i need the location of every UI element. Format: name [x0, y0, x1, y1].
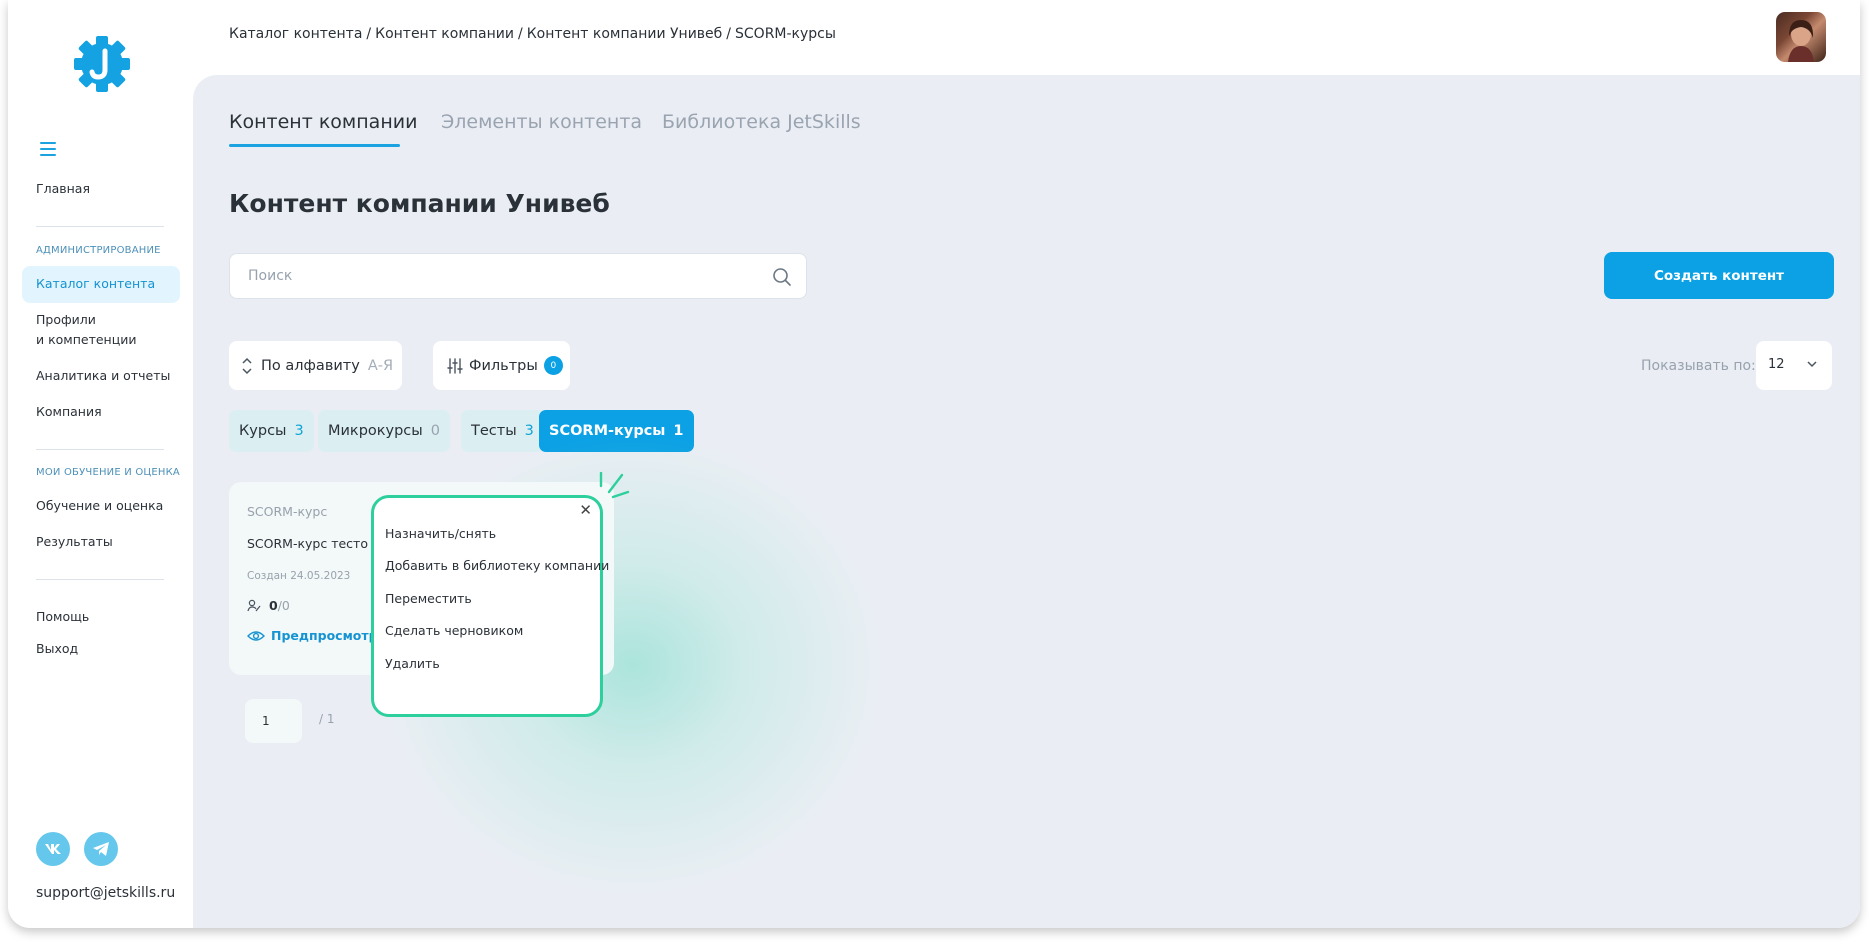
chip-label: Курсы — [239, 423, 287, 439]
chip-microcourses[interactable]: Микрокурсы 0 — [318, 410, 450, 452]
filter-sliders-icon — [447, 357, 463, 374]
chip-count: 1 — [673, 423, 684, 439]
chip-label: Тесты — [471, 423, 517, 439]
breadcrumb-item[interactable]: Контент компании Унивеб — [527, 26, 723, 42]
filters-button[interactable]: Фильтры 0 — [433, 341, 570, 390]
sidebar-item-company[interactable]: Компания — [36, 402, 102, 422]
chevron-down-icon — [1807, 361, 1817, 368]
sidebar-item-catalog-label[interactable]: Каталог контента — [36, 274, 155, 294]
page-number-input[interactable]: 1 — [245, 699, 302, 743]
card-title: SCORM-курс тесто — [247, 536, 368, 551]
chip-label: SCORM-курсы — [549, 423, 666, 439]
page-size-select[interactable]: 12 — [1756, 341, 1832, 390]
sidebar-item-profiles-line1: Профили — [36, 312, 96, 327]
sidebar-item-profiles-line2: и компетенции — [36, 332, 137, 347]
create-content-button[interactable]: Создать контент — [1604, 252, 1834, 299]
tab-content-elements[interactable]: Элементы контента — [441, 111, 642, 133]
sidebar-item-analytics[interactable]: Аналитика и отчеты — [36, 366, 170, 386]
card-preview-label: Предпросмотр — [271, 628, 378, 643]
page-size-value: 12 — [1768, 357, 1785, 372]
breadcrumb: Каталог контента / Контент компании / Конт… — [229, 26, 836, 42]
sidebar-item-profiles[interactable]: Профили и компетенции — [36, 310, 137, 350]
chip-label: Микрокурсы — [328, 423, 423, 439]
card-preview-link[interactable]: Предпросмотр — [247, 628, 378, 643]
sidebar-divider — [36, 226, 164, 227]
breadcrumb-current: SCORM-курсы — [735, 26, 836, 42]
sort-order: А-Я — [367, 357, 394, 374]
breadcrumb-item[interactable]: Контент компании — [375, 26, 514, 42]
menu-item-assign[interactable]: Назначить/снять — [385, 526, 496, 541]
sidebar-item-learning[interactable]: Обучение и оценка — [36, 496, 163, 516]
chip-tests[interactable]: Тесты 3 — [461, 410, 544, 452]
sidebar-item-logout[interactable]: Выход — [36, 639, 78, 659]
card-stats: 0 /0 — [247, 598, 290, 613]
highlight-sparks-icon — [599, 472, 630, 499]
sort-button[interactable]: По алфавиту А-Я — [229, 341, 402, 390]
card-type: SCORM-курс — [247, 504, 328, 519]
assign-icon — [247, 599, 261, 611]
filters-label: Фильтры — [469, 357, 538, 374]
menu-item-add-to-library[interactable]: Добавить в библиотеку компании — [385, 558, 609, 573]
menu-item-make-draft[interactable]: Сделать черновиком — [385, 623, 523, 638]
search-input[interactable] — [248, 266, 728, 286]
tab-jetskills-library[interactable]: Библиотека JetSkills — [662, 111, 861, 133]
page-size-label: Показывать по: — [1641, 358, 1756, 374]
sidebar-section-learning: МОИ ОБУЧЕНИЕ И ОЦЕНКА — [36, 467, 180, 478]
page-total: / 1 — [319, 712, 335, 726]
chip-count: 0 — [430, 423, 440, 439]
sidebar: Главная АДМИНИСТРИРОВАНИЕ Каталог контен… — [8, 0, 193, 928]
menu-toggle-icon[interactable] — [40, 142, 56, 156]
card-stats-total: /0 — [277, 598, 290, 613]
main-panel: Контент компании Элементы контента Библи… — [193, 75, 1860, 928]
card-date: Создан 24.05.2023 — [247, 570, 351, 582]
sidebar-item-home[interactable]: Главная — [36, 179, 90, 199]
telegram-icon[interactable] — [84, 832, 118, 866]
sidebar-section-admin: АДМИНИСТРИРОВАНИЕ — [36, 245, 161, 256]
search-icon[interactable] — [772, 267, 792, 287]
chip-courses[interactable]: Курсы 3 — [229, 410, 314, 452]
sort-label: По алфавиту — [261, 357, 360, 374]
card-context-menu: ✕ Назначить/снять Добавить в библиотеку … — [371, 495, 609, 717]
tab-active-indicator — [229, 144, 400, 147]
page-number-value: 1 — [262, 714, 270, 728]
card-stats-done: 0 — [269, 598, 278, 613]
sidebar-item-results[interactable]: Результаты — [36, 532, 113, 552]
close-icon[interactable]: ✕ — [579, 502, 592, 518]
eye-icon — [247, 630, 265, 641]
sidebar-divider — [36, 449, 164, 450]
chip-count: 3 — [524, 423, 534, 439]
chip-count: 3 — [294, 423, 304, 439]
tab-company-content[interactable]: Контент компании — [229, 111, 417, 133]
vk-icon[interactable] — [36, 832, 70, 866]
sidebar-divider — [36, 579, 164, 580]
breadcrumb-item[interactable]: Каталог контента — [229, 26, 362, 42]
search-box — [229, 253, 807, 299]
chip-scorm-courses[interactable]: SCORM-курсы 1 — [539, 410, 694, 452]
sort-icon — [242, 357, 252, 374]
jetskills-logo[interactable] — [70, 32, 134, 96]
sidebar-item-help[interactable]: Помощь — [36, 607, 89, 627]
menu-item-delete[interactable]: Удалить — [385, 656, 440, 671]
filters-count-badge: 0 — [543, 356, 563, 375]
support-email-link[interactable]: support@jetskills.ru — [36, 885, 175, 901]
user-avatar[interactable] — [1776, 12, 1826, 62]
app-window: Главная АДМИНИСТРИРОВАНИЕ Каталог контен… — [8, 0, 1860, 928]
page-title: Контент компании Унивеб — [229, 189, 610, 218]
menu-item-move[interactable]: Переместить — [385, 591, 472, 606]
